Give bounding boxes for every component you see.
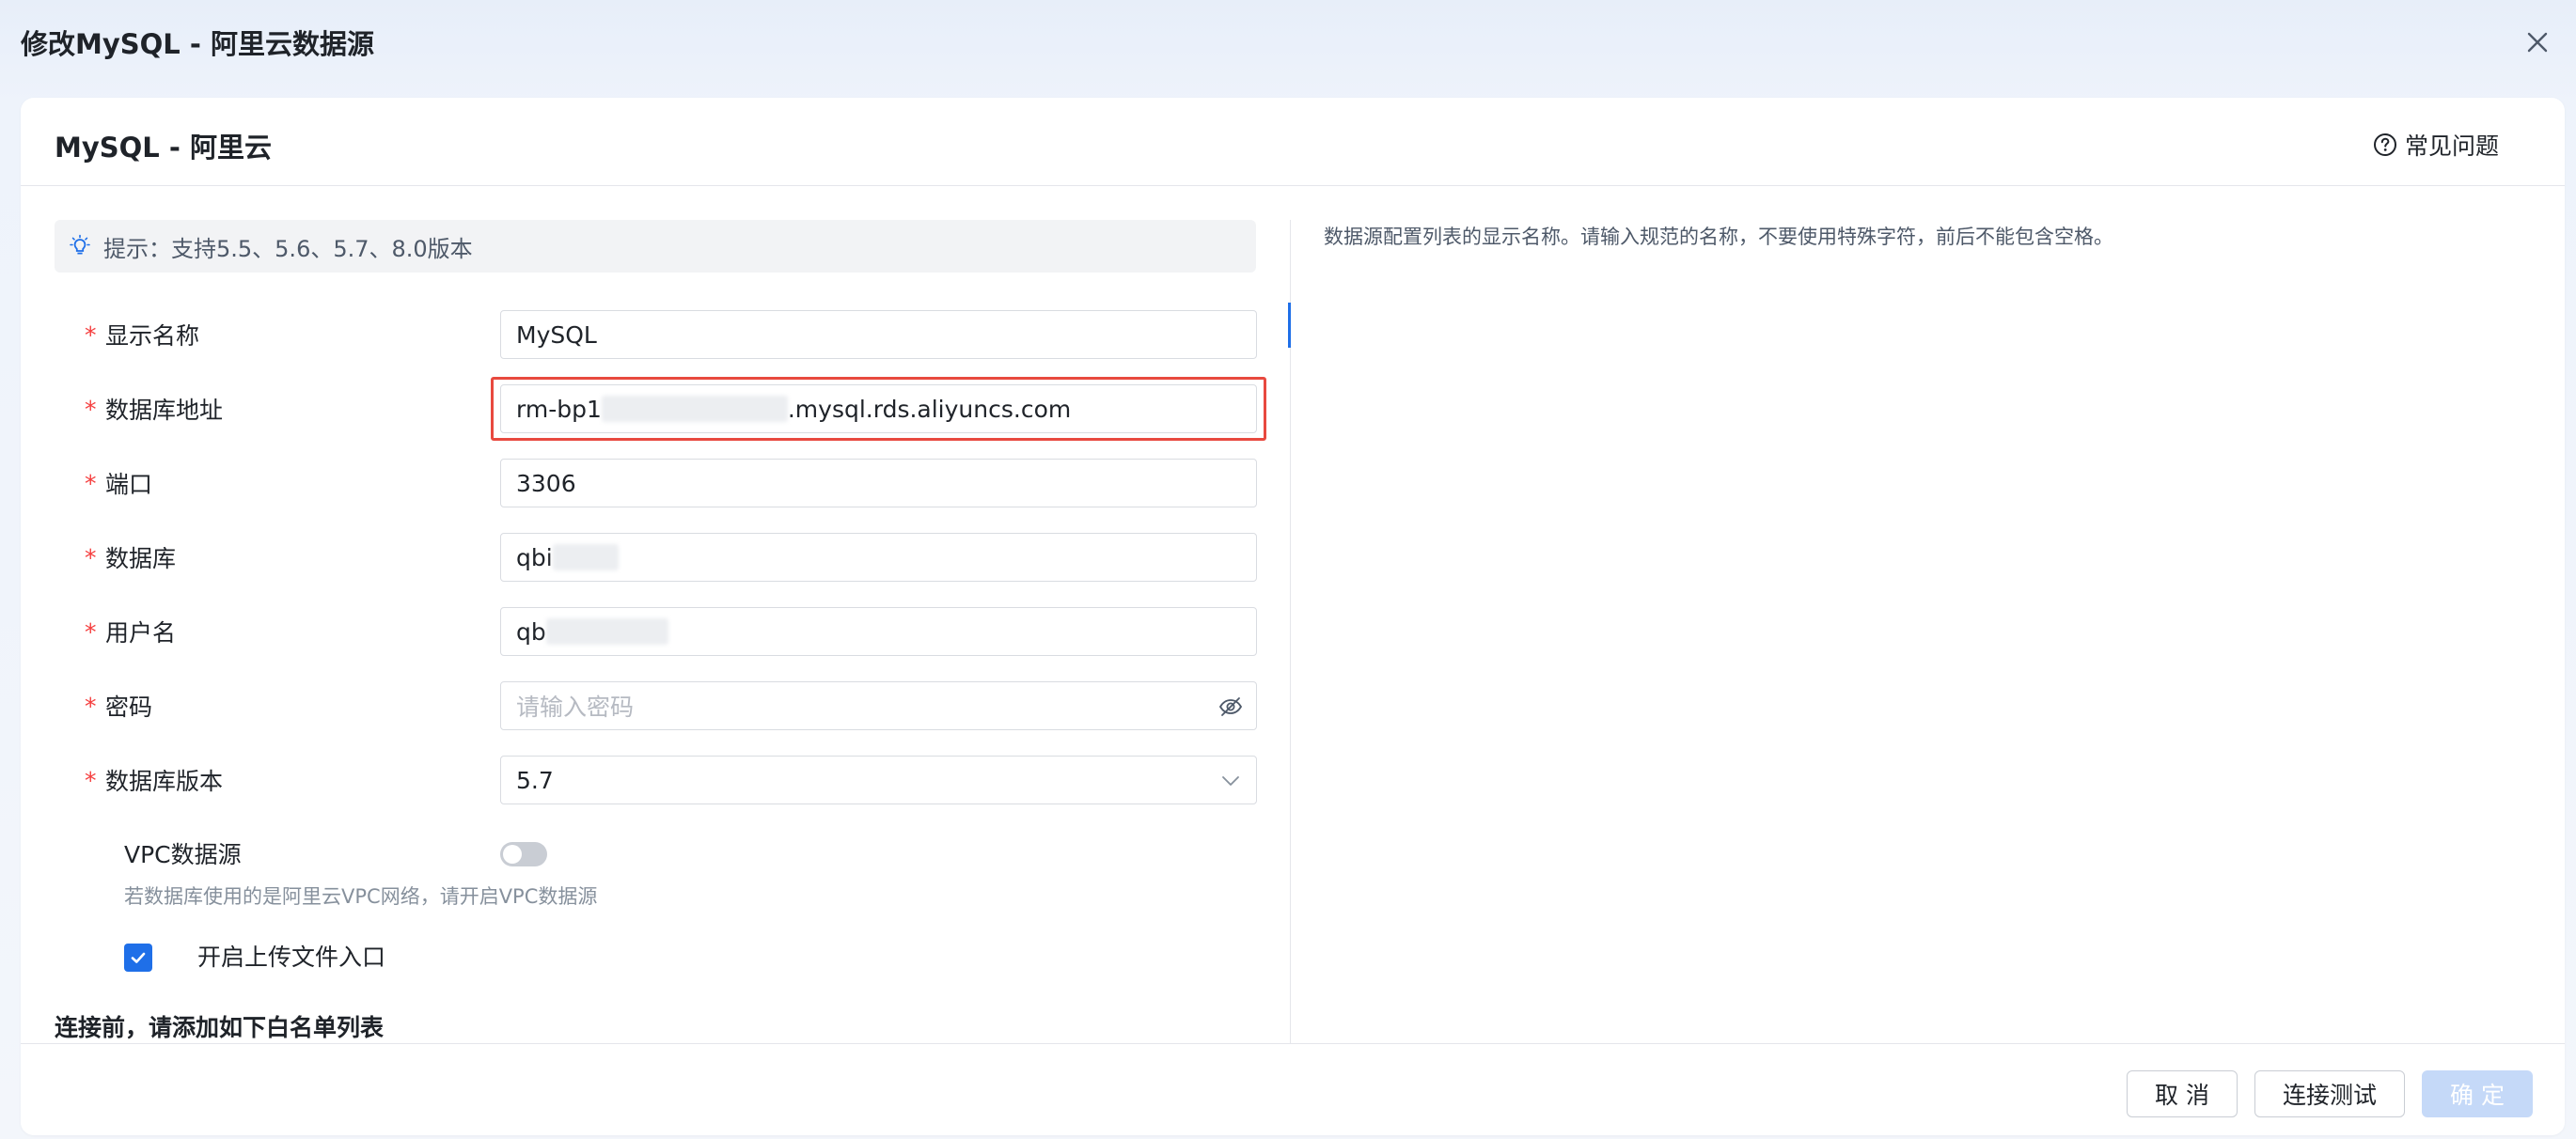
port-input[interactable]: 3306	[500, 459, 1257, 507]
display-name-label: 显示名称	[105, 322, 200, 350]
port-value: 3306	[516, 469, 576, 497]
required-mark: *	[85, 469, 97, 497]
check-icon	[131, 952, 146, 963]
version-tip: 提示：支持5.5、5.6、5.7、8.0版本	[55, 220, 1256, 273]
redacted-block	[552, 544, 619, 570]
username-input[interactable]: qb	[500, 607, 1257, 656]
required-mark: *	[85, 766, 97, 794]
db-version-select[interactable]: 5.7	[500, 756, 1257, 804]
close-button[interactable]	[2521, 26, 2553, 58]
upload-label: 开启上传文件入口	[197, 944, 386, 971]
password-row: * 密码 请输入密码	[21, 681, 1280, 730]
datasource-card: MySQL - 阿里云 常见问题 提示：支持5.5、5.6、5.7、8.0版本 …	[21, 98, 2565, 1135]
lightbulb-icon	[70, 234, 90, 255]
toggle-knob	[503, 845, 522, 864]
db-address-prefix: rm-bp1	[516, 395, 602, 423]
required-mark: *	[85, 543, 97, 571]
db-version-value: 5.7	[516, 766, 554, 794]
confirm-button[interactable]: 确 定	[2422, 1070, 2533, 1117]
card-header: MySQL - 阿里云 常见问题	[21, 98, 2565, 186]
redacted-block	[601, 396, 788, 422]
tip-text: 提示：支持5.5、5.6、5.7、8.0版本	[103, 235, 473, 262]
db-address-row: * 数据库地址 rm-bp1 .mysql.rds.aliyuncs.com	[21, 377, 1280, 441]
eye-off-icon[interactable]	[1218, 694, 1243, 719]
test-connection-button[interactable]: 连接测试	[2254, 1070, 2405, 1117]
card-title: MySQL - 阿里云	[55, 132, 273, 164]
password-placeholder: 请输入密码	[516, 694, 635, 721]
vertical-divider	[1290, 220, 1291, 1077]
port-label: 端口	[105, 471, 153, 498]
display-name-value: MySQL	[516, 320, 597, 349]
db-version-row: * 数据库版本 5.7	[21, 756, 1280, 804]
db-address-input[interactable]: rm-bp1 .mysql.rds.aliyuncs.com	[500, 384, 1257, 433]
question-circle-icon	[2373, 133, 2396, 156]
password-input[interactable]: 请输入密码	[500, 681, 1257, 730]
whitelist-title: 连接前，请添加如下白名单列表	[55, 1014, 385, 1041]
db-version-label: 数据库版本	[105, 768, 224, 795]
redacted-block	[545, 618, 668, 645]
vpc-help-text: 若数据库使用的是阿里云VPC网络，请开启VPC数据源	[124, 885, 598, 908]
database-value: qbi	[516, 543, 553, 571]
chevron-down-icon	[1222, 776, 1239, 786]
username-row: * 用户名 qb	[21, 607, 1280, 656]
display-name-input[interactable]: MySQL	[500, 310, 1257, 359]
database-input[interactable]: qbi	[500, 533, 1257, 582]
cancel-button[interactable]: 取 消	[2127, 1070, 2238, 1117]
db-address-suffix: .mysql.rds.aliyuncs.com	[787, 395, 1072, 423]
password-label: 密码	[105, 694, 153, 721]
vpc-label: VPC数据源	[124, 841, 242, 868]
username-label: 用户名	[105, 619, 177, 647]
close-icon[interactable]	[2521, 26, 2553, 58]
username-value: qb	[516, 617, 546, 646]
port-row: * 端口 3306	[21, 459, 1280, 507]
footer: 取 消 连接测试 确 定	[21, 1043, 2565, 1135]
db-address-label: 数据库地址	[105, 397, 224, 424]
faq-link[interactable]: 常见问题	[2373, 128, 2499, 162]
database-label: 数据库	[105, 545, 177, 572]
required-mark: *	[85, 395, 97, 423]
database-row: * 数据库 qbi	[21, 533, 1280, 582]
required-mark: *	[85, 692, 97, 720]
required-mark: *	[85, 320, 97, 349]
vpc-toggle[interactable]	[500, 842, 547, 866]
divider-accent	[1288, 303, 1291, 348]
field-help-text: 数据源配置列表的显示名称。请输入规范的名称，不要使用特殊字符，前后不能包含空格。	[1324, 226, 2113, 248]
display-name-row: * 显示名称 MySQL	[21, 310, 1280, 359]
faq-label: 常见问题	[2404, 133, 2499, 160]
upload-checkbox[interactable]	[124, 944, 152, 972]
modal-title: 修改MySQL - 阿里云数据源	[21, 28, 375, 60]
required-mark: *	[85, 617, 97, 646]
